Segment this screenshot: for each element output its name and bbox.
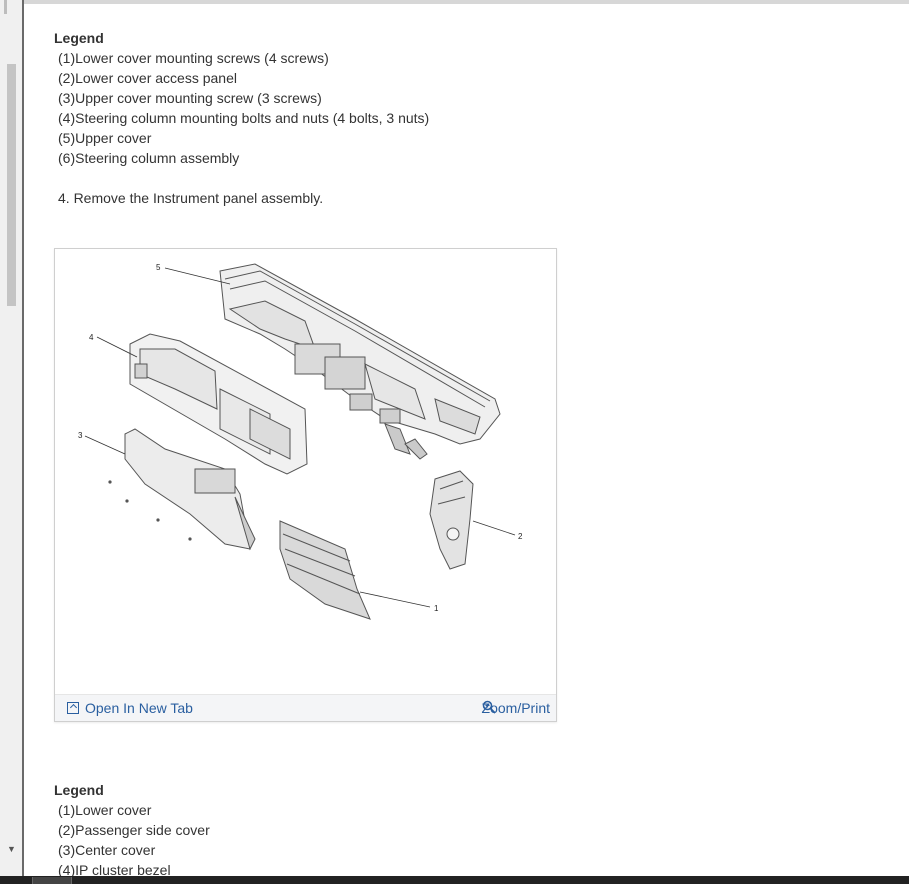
callout-label-5: 5 (156, 263, 161, 272)
open-in-new-tab-link[interactable]: Open In New Tab (67, 700, 193, 716)
callout-label-4: 4 (89, 333, 94, 342)
callout-label-1: 1 (434, 604, 439, 613)
taskbar-tab[interactable] (32, 877, 72, 884)
instrument-panel-diagram: 5 4 3 2 1 (78, 263, 523, 620)
legend-item: (4)Steering column mounting bolts and nu… (58, 110, 430, 126)
legend-item: (3)Center cover (58, 842, 156, 858)
scrollbar-thumb[interactable] (7, 64, 16, 306)
ip-center-cover (124, 428, 256, 551)
legend-item: (6)Steering column assembly (58, 150, 240, 166)
zoom-icon (482, 700, 496, 714)
legend-list: (1)Lower cover mounting screws (4 screws… (54, 48, 874, 168)
legend-item: (3)Upper cover mounting screw (3 screws) (58, 90, 322, 106)
legend-section-2: Legend (1)Lower cover (2)Passenger side … (54, 780, 854, 880)
diagram-figure: 5 4 3 2 1 Open In New Tab Zoom/Print (54, 248, 557, 722)
step-text: 4. Remove the Instrument panel assembly. (58, 190, 324, 206)
legend-item: (1)Lower cover mounting screws (4 screws… (58, 50, 329, 66)
callout-label-3: 3 (78, 431, 83, 440)
ip-passenger-side-cover (429, 470, 474, 570)
legend-title: Legend (54, 782, 104, 798)
figure-toolbar: Open In New Tab Zoom/Print (55, 694, 556, 721)
open-in-new-tab-label: Open In New Tab (85, 700, 193, 716)
scroll-tick (4, 0, 7, 14)
legend-item: (1)Lower cover (58, 802, 152, 818)
scrollbar-track[interactable]: ▼ (0, 0, 24, 884)
scroll-down-arrow-icon[interactable]: ▼ (7, 844, 16, 854)
taskbar (0, 876, 909, 884)
legend-item: (2)Passenger side cover (58, 822, 210, 838)
callout-label-2: 2 (518, 532, 523, 541)
legend-list: (1)Lower cover (2)Passenger side cover (… (54, 800, 854, 880)
legend-item: (2)Lower cover access panel (58, 70, 237, 86)
ip-lower-cover (279, 520, 371, 620)
legend-item: (5)Upper cover (58, 130, 152, 146)
legend-title: Legend (54, 30, 104, 46)
open-new-tab-icon (67, 702, 79, 714)
document-content: Legend (1)Lower cover mounting screws (4… (54, 28, 874, 208)
top-edge (0, 0, 909, 4)
zoom-print-link[interactable]: Zoom/Print (482, 700, 550, 716)
